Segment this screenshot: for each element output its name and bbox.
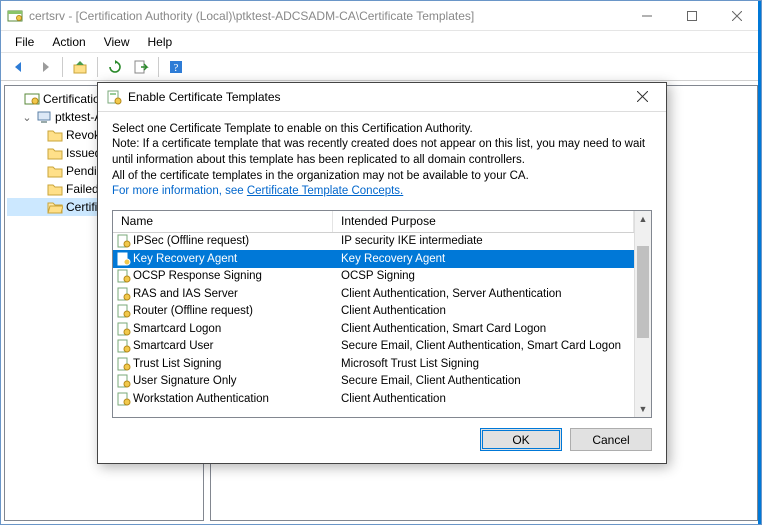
enable-templates-dialog: Enable Certificate Templates Select one … — [97, 82, 667, 464]
template-name: Router (Offline request) — [131, 305, 333, 317]
template-icon — [113, 304, 131, 318]
menu-file[interactable]: File — [7, 33, 42, 51]
template-row[interactable]: Trust List SigningMicrosoft Trust List S… — [113, 355, 634, 373]
template-name: Smartcard Logon — [131, 323, 333, 335]
template-icon — [113, 269, 131, 283]
toolbar-separator-3 — [158, 57, 159, 77]
cert-authority-icon — [24, 91, 40, 107]
column-header-purpose[interactable]: Intended Purpose — [333, 211, 634, 232]
folder-icon — [47, 145, 63, 161]
menu-help[interactable]: Help — [140, 33, 181, 51]
template-name: User Signature Only — [131, 375, 333, 387]
scroll-thumb[interactable] — [637, 246, 649, 338]
template-name: IPSec (Offline request) — [131, 235, 333, 247]
template-name: Smartcard User — [131, 340, 333, 352]
menubar: File Action View Help — [1, 31, 761, 53]
template-purpose: OCSP Signing — [333, 270, 634, 282]
template-purpose: Secure Email, Client Authentication, Sma… — [333, 340, 634, 352]
titlebar: certsrv - [Certification Authority (Loca… — [1, 1, 761, 31]
up-button[interactable] — [68, 55, 92, 79]
dialog-link-line: For more information, see Certificate Te… — [112, 184, 652, 200]
close-button[interactable] — [714, 2, 759, 30]
column-headers: Name Intended Purpose — [113, 211, 634, 233]
window-title: certsrv - [Certification Authority (Loca… — [29, 9, 624, 23]
refresh-button[interactable] — [103, 55, 127, 79]
template-name: Trust List Signing — [131, 358, 333, 370]
template-icon — [113, 234, 131, 248]
template-icon — [113, 322, 131, 336]
template-icon — [113, 287, 131, 301]
template-purpose: Key Recovery Agent — [333, 253, 634, 265]
template-name: Key Recovery Agent — [131, 253, 333, 265]
template-icon — [113, 252, 131, 266]
toolbar-separator-2 — [97, 57, 98, 77]
template-row[interactable]: User Signature OnlySecure Email, Client … — [113, 373, 634, 391]
dialog-buttons: OK Cancel — [98, 418, 666, 463]
column-header-name[interactable]: Name — [113, 211, 333, 232]
help-button[interactable]: ? — [164, 55, 188, 79]
menu-view[interactable]: View — [96, 33, 138, 51]
scrollbar[interactable]: ▲ ▼ — [634, 211, 651, 417]
certsrv-icon — [7, 8, 23, 24]
dialog-intro-1: Select one Certificate Template to enabl… — [112, 122, 652, 138]
chevron-down-icon[interactable]: ⌄ — [21, 111, 33, 124]
ok-button[interactable]: OK — [480, 428, 562, 451]
template-row[interactable]: RAS and IAS ServerClient Authentication,… — [113, 285, 634, 303]
cancel-button[interactable]: Cancel — [570, 428, 652, 451]
folder-icon — [47, 163, 63, 179]
template-purpose: Client Authentication — [333, 305, 634, 317]
svg-text:?: ? — [174, 62, 179, 74]
scroll-track[interactable] — [635, 228, 651, 400]
template-purpose: Microsoft Trust List Signing — [333, 358, 634, 370]
template-purpose: Client Authentication, Server Authentica… — [333, 288, 634, 300]
template-icon — [113, 392, 131, 406]
template-purpose: IP security IKE intermediate — [333, 235, 634, 247]
template-concepts-link[interactable]: Certificate Template Concepts. — [247, 185, 403, 197]
template-list: Name Intended Purpose IPSec (Offline req… — [112, 210, 652, 418]
folder-icon — [47, 127, 63, 143]
template-icon — [113, 357, 131, 371]
template-purpose: Secure Email, Client Authentication — [333, 375, 634, 387]
menu-action[interactable]: Action — [44, 33, 93, 51]
toolbar: ? — [1, 53, 761, 81]
template-list-inner[interactable]: Name Intended Purpose IPSec (Offline req… — [113, 211, 634, 417]
template-icon — [113, 339, 131, 353]
template-row[interactable]: OCSP Response SigningOCSP Signing — [113, 268, 634, 286]
dialog-title: Enable Certificate Templates — [128, 90, 622, 104]
template-name: Workstation Authentication — [131, 393, 333, 405]
template-row[interactable]: Key Recovery AgentKey Recovery Agent — [113, 250, 634, 268]
forward-button[interactable] — [33, 55, 57, 79]
dialog-titlebar: Enable Certificate Templates — [98, 83, 666, 112]
template-row[interactable]: IPSec (Offline request)IP security IKE i… — [113, 233, 634, 251]
minimize-button[interactable] — [624, 2, 669, 30]
window-accent — [758, 1, 761, 524]
template-icon — [106, 89, 122, 105]
template-row[interactable]: Router (Offline request)Client Authentic… — [113, 303, 634, 321]
export-button[interactable] — [129, 55, 153, 79]
scroll-down-button[interactable]: ▼ — [635, 400, 651, 417]
template-name: OCSP Response Signing — [131, 270, 333, 282]
dialog-intro-3: All of the certificate templates in the … — [112, 169, 652, 185]
back-button[interactable] — [7, 55, 31, 79]
template-row[interactable]: Smartcard UserSecure Email, Client Authe… — [113, 338, 634, 356]
computer-icon — [36, 109, 52, 125]
maximize-button[interactable] — [669, 2, 714, 30]
template-row[interactable]: Workstation AuthenticationClient Authent… — [113, 390, 634, 408]
scroll-up-button[interactable]: ▲ — [635, 211, 651, 228]
template-purpose: Client Authentication — [333, 393, 634, 405]
folder-open-icon — [47, 199, 63, 215]
dialog-intro-2: Note: If a certificate template that was… — [112, 137, 652, 168]
dialog-body: Select one Certificate Template to enabl… — [98, 112, 666, 206]
dialog-close-button[interactable] — [622, 84, 662, 110]
dialog-link-prefix: For more information, see — [112, 185, 247, 197]
template-row[interactable]: Smartcard LogonClient Authentication, Sm… — [113, 320, 634, 338]
template-name: RAS and IAS Server — [131, 288, 333, 300]
folder-icon — [47, 181, 63, 197]
template-purpose: Client Authentication, Smart Card Logon — [333, 323, 634, 335]
toolbar-separator — [62, 57, 63, 77]
template-icon — [113, 374, 131, 388]
